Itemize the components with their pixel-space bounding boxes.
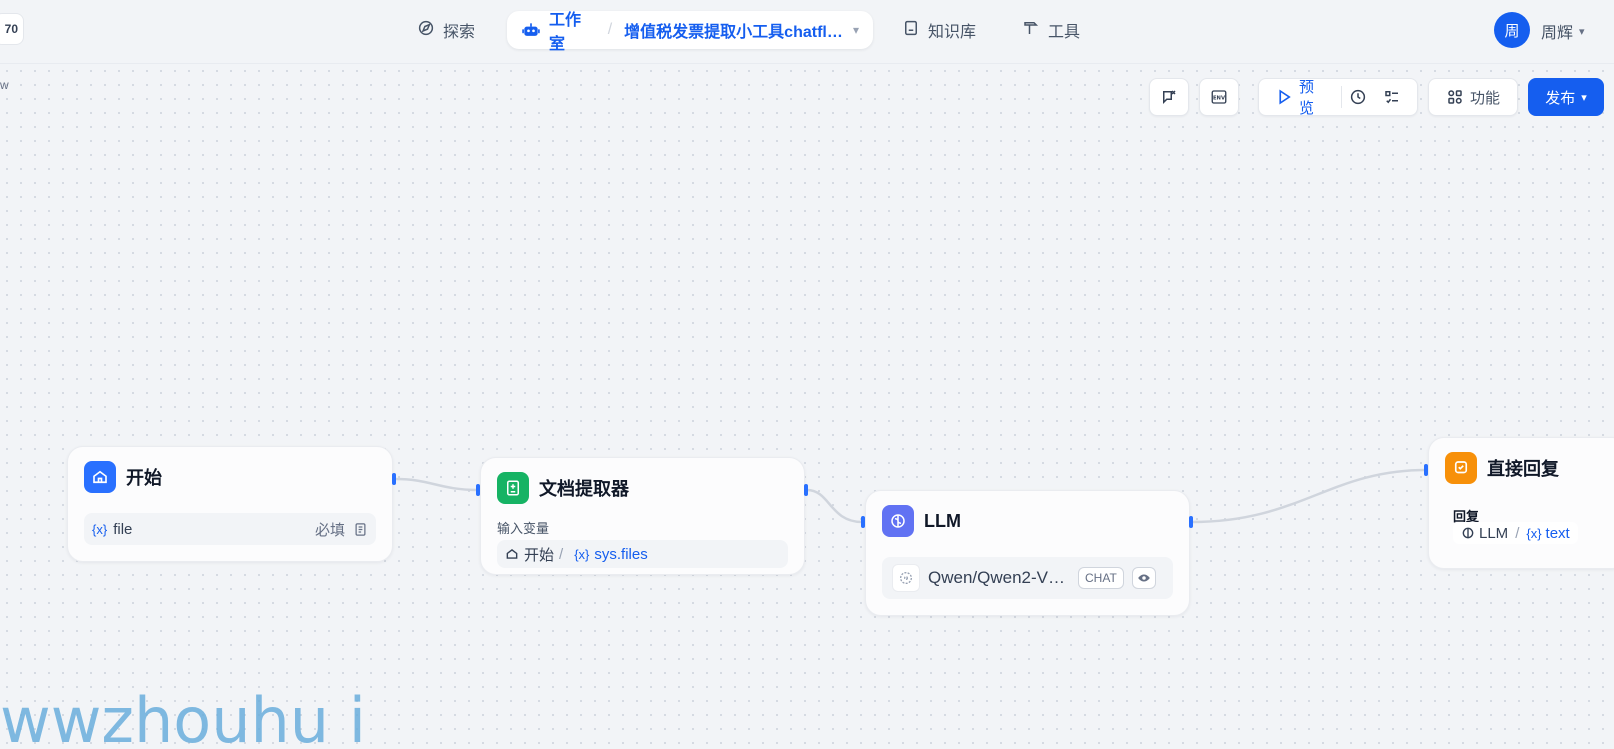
start-output-handle[interactable] bbox=[392, 473, 396, 485]
node-answer-title: 直接回复 bbox=[1487, 459, 1559, 479]
llm-model-name: Qwen/Qwen2-VL-72B-Instruct bbox=[928, 568, 1070, 587]
checklist-button[interactable] bbox=[1149, 78, 1189, 116]
required-label: 必填 bbox=[314, 521, 345, 539]
path-separator: / bbox=[1515, 524, 1520, 542]
start-variable-name: file bbox=[113, 520, 133, 538]
document-icon bbox=[353, 522, 368, 537]
nav-tools-label: 工具 bbox=[1048, 24, 1081, 41]
llm-output-handle[interactable] bbox=[1189, 516, 1193, 528]
doc-output-handle[interactable] bbox=[804, 484, 808, 496]
robot-icon bbox=[521, 20, 541, 40]
preview-label: 预览 bbox=[1299, 79, 1315, 117]
doc-input-variable-row[interactable]: 开始 / {x} sys.files bbox=[497, 540, 788, 568]
compass-icon bbox=[417, 19, 435, 42]
variable-icon: {x} bbox=[92, 521, 108, 537]
chevron-down-icon[interactable]: ▾ bbox=[853, 23, 859, 37]
answer-input-handle[interactable] bbox=[1424, 464, 1428, 476]
nav-knowledge[interactable]: 知识库 bbox=[902, 12, 976, 48]
nav-knowledge-label: 知识库 bbox=[928, 24, 977, 41]
brain-icon bbox=[882, 505, 914, 537]
nav-tools[interactable]: 工具 bbox=[1022, 12, 1080, 48]
version-indicator[interactable]: 70 bbox=[0, 13, 24, 45]
nav-studio-label[interactable]: 工作室 bbox=[549, 6, 596, 54]
doc-variable-name: sys.files bbox=[594, 545, 648, 563]
node-start[interactable]: 开始 {x} file 必填 bbox=[67, 446, 393, 562]
node-llm-title: LLM bbox=[924, 510, 961, 531]
answer-variable-name: text bbox=[1545, 524, 1570, 542]
avatar[interactable]: 周 bbox=[1494, 12, 1530, 48]
brain-icon bbox=[1461, 526, 1475, 540]
node-answer[interactable]: 直接回复 回复 LLM / {x} text bbox=[1428, 437, 1614, 569]
chat-mode-badge: CHAT bbox=[1078, 567, 1124, 589]
doc-source-node: 开始 bbox=[524, 546, 555, 564]
current-app-name[interactable]: 增值税发票提取小工具chatflow bbox=[624, 18, 843, 42]
model-icon bbox=[892, 564, 920, 592]
llm-model-row[interactable]: Qwen/Qwen2-VL-72B-Instruct CHAT bbox=[882, 557, 1173, 599]
env-icon: ENV bbox=[1210, 88, 1228, 106]
node-doc-extractor-title: 文档提取器 bbox=[539, 479, 629, 499]
breadcrumb-separator: / bbox=[607, 21, 613, 38]
workflow-label-fragment: w bbox=[0, 78, 9, 92]
grid-icon bbox=[1446, 88, 1464, 106]
variable-icon: {x} bbox=[1526, 525, 1542, 541]
publish-button[interactable]: 发布 ▾ bbox=[1528, 78, 1604, 116]
user-menu[interactable]: 周辉 ▾ bbox=[1541, 19, 1585, 43]
path-separator: / bbox=[559, 545, 564, 563]
nav-explore[interactable]: 探索 bbox=[417, 12, 475, 48]
answer-source-node: LLM bbox=[1479, 524, 1509, 542]
features-label: 功能 bbox=[1469, 89, 1500, 107]
features-button[interactable]: 功能 bbox=[1428, 78, 1518, 116]
user-name-label: 周辉 bbox=[1541, 25, 1574, 42]
home-icon bbox=[505, 547, 519, 561]
node-doc-extractor[interactable]: 文档提取器 输入变量 开始 / {x} sys.files bbox=[480, 457, 805, 575]
play-icon bbox=[1275, 88, 1293, 106]
eye-icon bbox=[1131, 567, 1156, 589]
clock-play-icon bbox=[1349, 88, 1367, 106]
checklist-view-button[interactable] bbox=[1375, 88, 1409, 106]
run-history-button[interactable] bbox=[1342, 88, 1376, 106]
variable-icon: {x} bbox=[574, 546, 590, 562]
doc-input-handle[interactable] bbox=[476, 484, 480, 496]
hammer-icon bbox=[1022, 19, 1040, 42]
start-variable-row[interactable]: {x} file 必填 bbox=[84, 513, 376, 545]
node-start-title: 开始 bbox=[126, 468, 162, 488]
watermark-text: wwzhouhu i bbox=[0, 684, 367, 749]
input-variable-label: 输入变量 bbox=[497, 521, 550, 536]
answer-variable-row[interactable]: LLM / {x} text bbox=[1453, 522, 1578, 544]
nav-studio-breadcrumb[interactable]: 工作室 / 增值税发票提取小工具chatflow ▾ bbox=[507, 11, 873, 53]
workflow-canvas[interactable] bbox=[0, 64, 1614, 749]
preview-toolbar-group: 预览 bbox=[1258, 78, 1418, 117]
chevron-down-icon: ▾ bbox=[1579, 25, 1585, 38]
chevron-down-icon: ▾ bbox=[1581, 91, 1587, 104]
list-checks-icon bbox=[1383, 88, 1401, 106]
publish-label: 发布 bbox=[1545, 89, 1576, 107]
preview-button[interactable]: 预览 bbox=[1267, 79, 1342, 117]
env-variables-button[interactable]: ENV bbox=[1199, 78, 1239, 116]
doc-extractor-icon bbox=[497, 472, 529, 504]
svg-text:ENV: ENV bbox=[1213, 95, 1226, 101]
llm-input-handle[interactable] bbox=[861, 516, 865, 528]
answer-icon bbox=[1445, 452, 1477, 484]
nav-explore-label: 探索 bbox=[443, 24, 476, 41]
book-icon bbox=[902, 19, 920, 42]
home-icon bbox=[84, 461, 116, 493]
node-llm[interactable]: LLM Qwen/Qwen2-VL-72B-Instruct CHAT bbox=[865, 490, 1190, 616]
top-navigation-bar: 70 探索 工作室 / 增值税发票提取小工具chatflow ▾ 知识库 工具 … bbox=[0, 0, 1614, 64]
message-check-icon bbox=[1160, 88, 1178, 106]
